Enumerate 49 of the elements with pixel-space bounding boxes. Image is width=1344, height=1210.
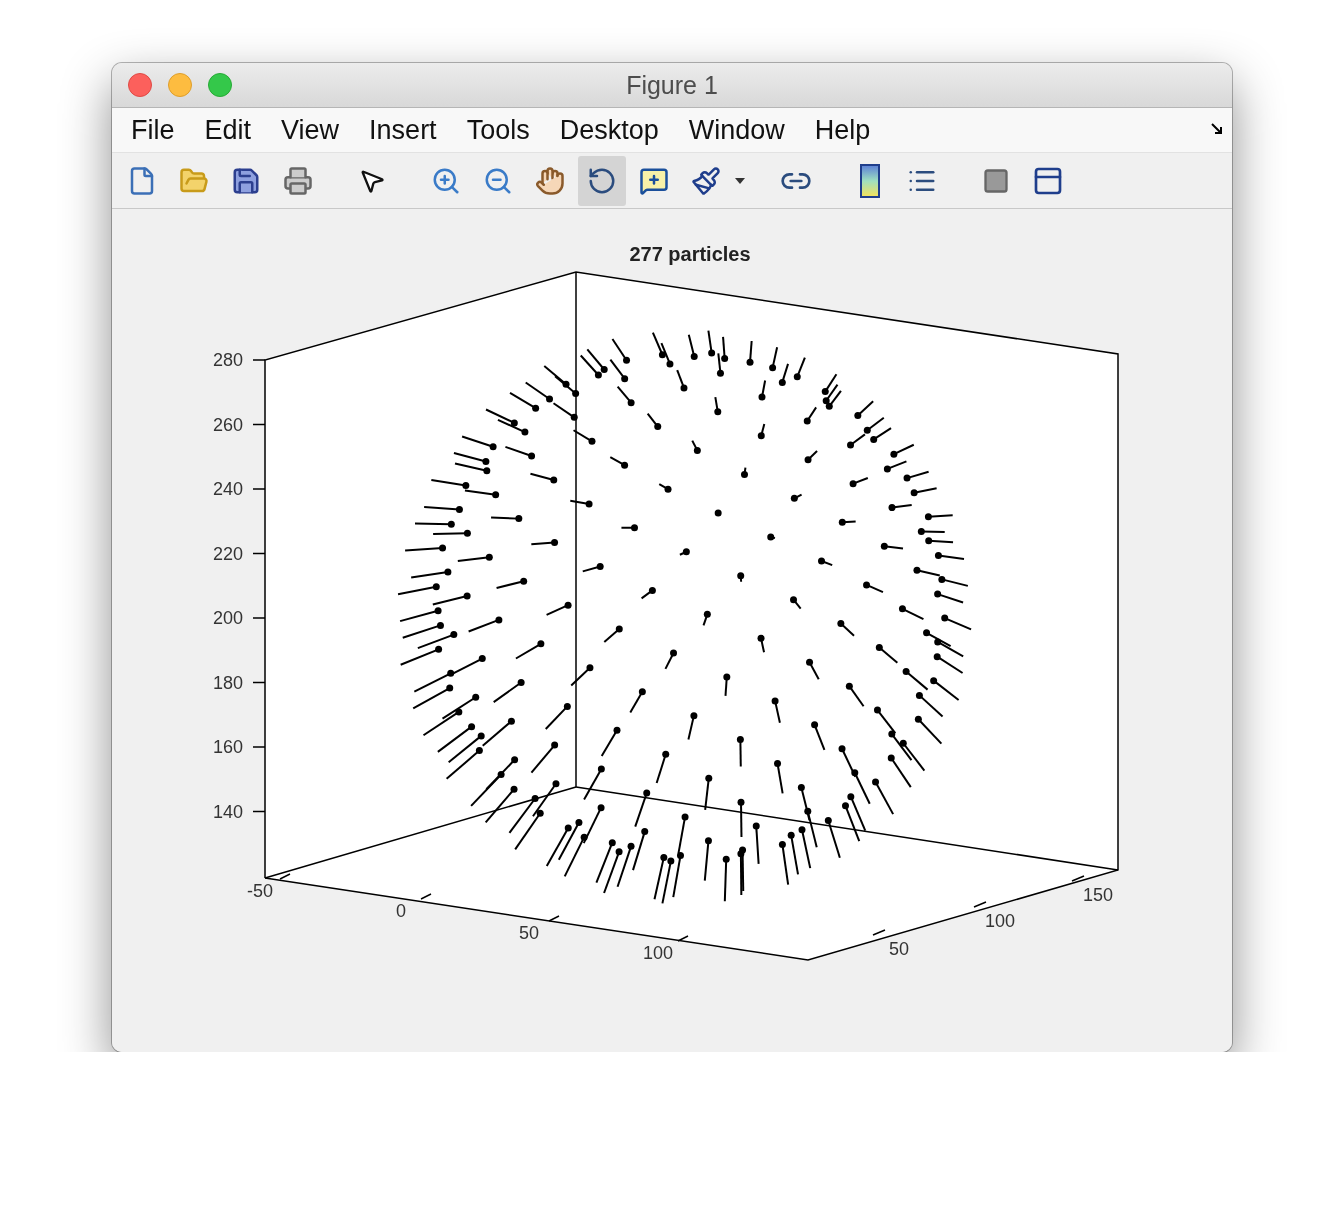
tick-mark <box>252 810 266 813</box>
y-tick-label: 150 <box>1083 885 1113 905</box>
menu-item[interactable]: Window <box>676 114 803 146</box>
close-button[interactable] <box>128 73 152 97</box>
z-tick-label: 240 <box>212 479 243 499</box>
z-tick-label: 180 <box>212 672 243 693</box>
menu-item[interactable]: Tools <box>454 114 548 146</box>
tick-mark <box>677 935 689 942</box>
y-tick-label: 50 <box>889 939 909 959</box>
z-tick-label: 220 <box>212 543 243 564</box>
window-title: Figure 1 <box>626 70 718 100</box>
menu-item[interactable]: File <box>119 114 193 146</box>
tick-mark <box>252 746 266 748</box>
z-tick-label: 140 <box>212 801 243 822</box>
tick-mark <box>872 929 886 936</box>
menu-item[interactable]: Help <box>802 114 889 146</box>
tick-mark <box>252 681 266 684</box>
brush-icon <box>691 165 721 196</box>
rotate-button[interactable] <box>578 155 626 206</box>
dock-arrow-icon[interactable] <box>1210 122 1224 136</box>
square-icon <box>982 166 1010 195</box>
pan-hand-icon <box>535 165 565 196</box>
colorbar-icon <box>859 163 881 198</box>
tick-mark <box>252 423 266 426</box>
tick-mark <box>252 359 266 361</box>
z-tick-label: 160 <box>212 737 243 757</box>
print-icon <box>283 165 313 196</box>
x-tick-label: 50 <box>519 923 539 943</box>
tick-mark <box>973 901 987 908</box>
tick-mark <box>252 552 266 555</box>
menu-item[interactable]: Edit <box>192 114 270 146</box>
tick-mark <box>548 915 560 922</box>
menu-item[interactable]: Insert <box>357 114 455 146</box>
z-tick-label: 260 <box>212 414 243 435</box>
tick-mark <box>252 617 266 619</box>
tick-mark <box>252 488 266 490</box>
z-tick-label: 280 <box>212 350 243 370</box>
caret-icon[interactable] <box>734 176 746 185</box>
y-tick-label: 100 <box>985 911 1015 931</box>
x-tick-label: -50 <box>247 881 273 901</box>
menu-item[interactable]: Desktop <box>547 114 677 146</box>
tick-mark <box>420 893 432 900</box>
tick-mark <box>1071 875 1085 882</box>
x-tick-label: 0 <box>396 901 406 921</box>
z-tick-label: 200 <box>212 608 243 628</box>
tick-mark <box>279 873 291 880</box>
menu-item[interactable]: View <box>269 114 358 146</box>
plot-title: 277 particles <box>629 243 751 265</box>
x-tick-label: 100 <box>643 943 673 963</box>
